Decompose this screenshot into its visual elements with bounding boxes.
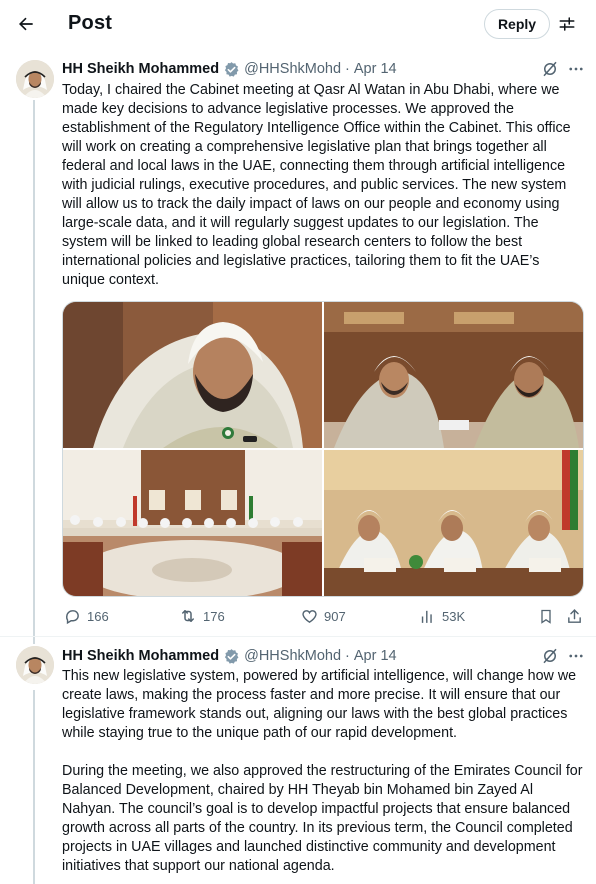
- reply-action[interactable]: 166: [62, 605, 109, 627]
- top-bar: Post Reply: [0, 0, 596, 48]
- grok-slash-icon: [543, 61, 557, 77]
- separator-dot: ·: [345, 648, 350, 664]
- photo-officials-table-icon: [324, 450, 583, 596]
- post-header: HH Sheikh Mohammed @HHShkMohd · Apr 14: [62, 646, 397, 666]
- author-name[interactable]: HH Sheikh Mohammed: [62, 648, 219, 664]
- ellipsis-icon: [569, 654, 583, 658]
- media-grid: [62, 301, 584, 597]
- view-count: 53K: [442, 608, 466, 624]
- heart-icon: [301, 609, 317, 623]
- ellipsis-icon: [569, 67, 583, 71]
- reply-button[interactable]: Reply: [484, 9, 550, 39]
- more-options-button[interactable]: [566, 646, 586, 666]
- grok-button[interactable]: [540, 59, 560, 79]
- photo-closeup-icon: [63, 302, 322, 448]
- grok-slash-icon: [543, 648, 557, 664]
- like-action[interactable]: 907: [299, 605, 346, 627]
- post-date[interactable]: Apr 14: [354, 61, 397, 77]
- thread-connector: [33, 690, 35, 884]
- separator-dot: ·: [345, 61, 350, 77]
- sliders-icon: [559, 17, 575, 31]
- repost-icon: [182, 610, 194, 622]
- filter-button[interactable]: [555, 12, 579, 36]
- media-image-1[interactable]: [63, 302, 322, 448]
- post-divider: [0, 636, 596, 637]
- repost-count: 176: [203, 608, 225, 624]
- post-actions: 166 176 907 53K: [62, 605, 584, 627]
- comment-icon: [65, 609, 79, 624]
- thread-connector: [33, 100, 35, 644]
- bar-chart-icon: [421, 610, 432, 623]
- reply-count: 166: [87, 608, 109, 624]
- media-image-2[interactable]: [324, 302, 583, 448]
- post-body: Today, I chaired the Cabinet meeting at …: [62, 82, 571, 288]
- avatar-portrait-icon: [16, 60, 54, 98]
- author-name[interactable]: HH Sheikh Mohammed: [62, 61, 219, 77]
- bookmark-icon: [541, 609, 551, 624]
- avatar[interactable]: [16, 646, 54, 684]
- post-date[interactable]: Apr 14: [354, 648, 397, 664]
- avatar[interactable]: [16, 60, 54, 98]
- share-icon: [567, 608, 581, 623]
- back-button[interactable]: [10, 8, 42, 40]
- photo-two-officials-icon: [324, 302, 583, 448]
- like-count: 907: [324, 608, 346, 624]
- media-image-4[interactable]: [324, 450, 583, 596]
- arrow-left-icon: [19, 17, 33, 31]
- avatar-portrait-icon: [16, 646, 54, 684]
- views-action[interactable]: 53K: [417, 605, 465, 627]
- author-handle[interactable]: @HHShkMohd: [244, 648, 341, 664]
- page-title: Post: [68, 12, 113, 34]
- more-options-button[interactable]: [566, 59, 586, 79]
- author-handle[interactable]: @HHShkMohd: [244, 61, 341, 77]
- post-body: This new legislative system, powered by …: [62, 668, 583, 874]
- share-action[interactable]: [564, 605, 589, 627]
- bookmark-action[interactable]: [536, 605, 561, 627]
- grok-button[interactable]: [540, 646, 560, 666]
- photo-cabinet-hall-icon: [63, 450, 322, 596]
- repost-action[interactable]: 176: [178, 605, 225, 627]
- verified-badge-icon: [223, 61, 240, 78]
- verified-badge-icon: [223, 648, 240, 665]
- media-image-3[interactable]: [63, 450, 322, 596]
- post-header: HH Sheikh Mohammed @HHShkMohd · Apr 14: [62, 59, 397, 79]
